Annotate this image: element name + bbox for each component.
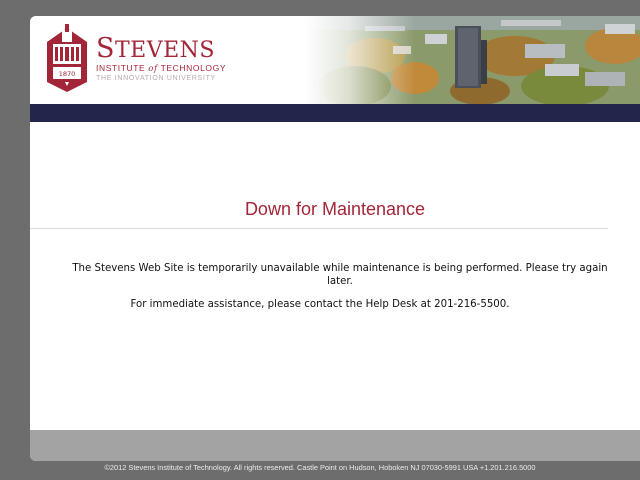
- wordmark-sub-technology: TECHNOLOGY: [160, 63, 227, 73]
- wordmark-rest: TEVENS: [115, 38, 216, 63]
- wordmark-sub-of: of: [148, 64, 158, 74]
- wordmark-tagline: THE INNOVATION UNIVERSITY: [96, 75, 216, 82]
- wordmark-subtitle: INSTITUTE of TECHNOLOGY: [96, 63, 226, 74]
- copyright-notice: ©2012 Stevens Institute of Technology. A…: [104, 463, 536, 472]
- title-divider: [30, 228, 608, 229]
- site-header: 1870 STEVENS INSTITUTE of TECHNOLOGY THE…: [30, 16, 640, 104]
- campus-aerial-photo: [305, 16, 640, 104]
- navigation-bar: [30, 104, 640, 122]
- help-desk-contact: For immediate assistance, please contact…: [130, 299, 510, 310]
- maintenance-message: The Stevens Web Site is temporarily unav…: [72, 263, 608, 287]
- crest-year: 1870: [59, 70, 76, 78]
- wordmark-name: STEVENS: [96, 35, 226, 63]
- stevens-wordmark[interactable]: STEVENS INSTITUTE of TECHNOLOGY THE INNO…: [96, 35, 226, 84]
- page-card: 1870 STEVENS INSTITUTE of TECHNOLOGY THE…: [30, 16, 640, 461]
- card-footer-bar: [30, 430, 640, 461]
- page-title: Down for Maintenance: [244, 199, 426, 219]
- wordmark-sub-institute: INSTITUTE: [96, 63, 146, 73]
- main-content: Down for Maintenance The Stevens Web Sit…: [30, 122, 640, 430]
- wordmark-initial: S: [96, 33, 115, 64]
- stevens-crest-logo[interactable]: 1870: [43, 24, 91, 94]
